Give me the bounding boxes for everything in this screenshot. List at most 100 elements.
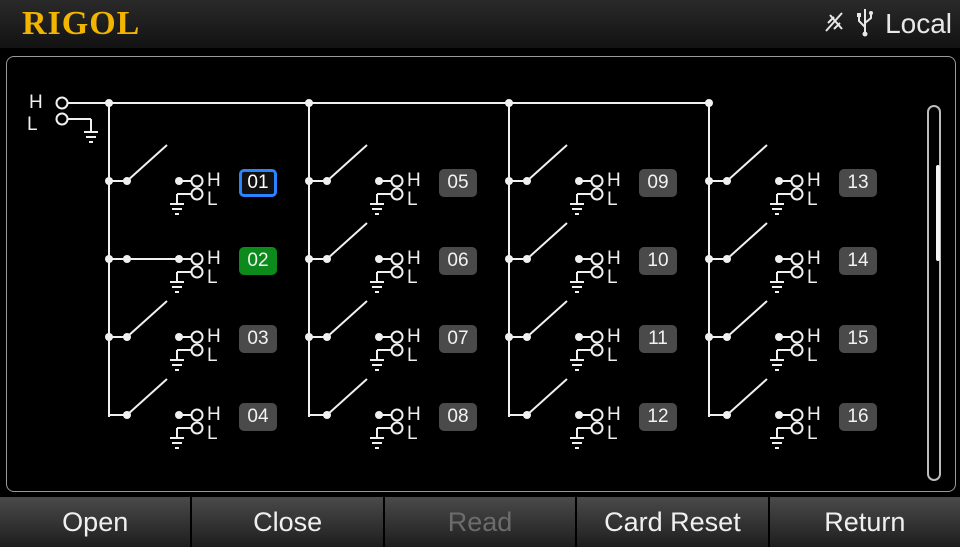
channel-low-label: L: [807, 345, 818, 366]
channel-high-terminal: [390, 330, 404, 344]
switch-blade-open: [526, 378, 568, 416]
channel-low-label: L: [807, 423, 818, 444]
contact-dot: [175, 177, 183, 185]
contact-dot: [575, 411, 583, 419]
input-low-terminal: [55, 112, 69, 126]
contact-dot: [775, 333, 783, 341]
channel-low-label: L: [607, 267, 618, 288]
channel-low-terminal: [790, 187, 804, 201]
switch-blade-open: [726, 222, 768, 260]
channel-04-badge[interactable]: 04: [239, 403, 277, 431]
channel-11-badge[interactable]: 11: [639, 325, 677, 353]
channel-03-badge[interactable]: 03: [239, 325, 277, 353]
open-button[interactable]: Open: [0, 497, 191, 547]
channel-high-label: H: [607, 170, 621, 191]
switch-blade-open: [126, 144, 168, 182]
channel-high-terminal: [590, 252, 604, 266]
channel-low-terminal: [590, 265, 604, 279]
softkey-bar: Open Close Read Card Reset Return: [0, 497, 960, 547]
channel-low-terminal: [790, 421, 804, 435]
channel-16-badge[interactable]: 16: [839, 403, 877, 431]
brand-logo: RIGOL: [22, 5, 141, 42]
switch-blade-open: [326, 144, 368, 182]
switch-blade-open: [126, 300, 168, 338]
close-button[interactable]: Close: [192, 497, 383, 547]
channel-high-label: H: [807, 404, 821, 425]
channel-low-label: L: [607, 423, 618, 444]
channel-08-badge[interactable]: 08: [439, 403, 477, 431]
switch-blade-open: [726, 300, 768, 338]
channel-09-badge[interactable]: 09: [639, 169, 677, 197]
input-low-label: L: [27, 114, 38, 135]
channel-13-badge[interactable]: 13: [839, 169, 877, 197]
channel-high-terminal: [790, 330, 804, 344]
channel-high-label: H: [607, 326, 621, 347]
channel-high-terminal: [190, 174, 204, 188]
switch-blade-open: [326, 222, 368, 260]
scrollbar[interactable]: [927, 105, 941, 481]
switch-blade-open: [726, 378, 768, 416]
channel-15-badge[interactable]: 15: [839, 325, 877, 353]
channel-01-badge[interactable]: 01: [239, 169, 277, 197]
channel-low-terminal: [390, 265, 404, 279]
channel-low-terminal: [790, 265, 804, 279]
channel-02-badge[interactable]: 02: [239, 247, 277, 275]
channel-low-terminal: [590, 187, 604, 201]
channel-low-terminal: [190, 343, 204, 357]
channel-low-label: L: [207, 423, 218, 444]
switch-blade-open: [326, 378, 368, 416]
switch-blade-open: [726, 144, 768, 182]
contact-dot: [775, 255, 783, 263]
return-button[interactable]: Return: [769, 497, 960, 547]
channel-high-label: H: [407, 170, 421, 191]
channel-06-badge[interactable]: 06: [439, 247, 477, 275]
channel-high-label: H: [207, 248, 221, 269]
read-button[interactable]: Read: [384, 497, 576, 547]
channel-low-terminal: [390, 343, 404, 357]
channel-low-terminal: [790, 343, 804, 357]
channel-07-badge[interactable]: 07: [439, 325, 477, 353]
input-high-label: H: [29, 92, 43, 113]
switch-blade-open: [126, 378, 168, 416]
channel-low-terminal: [390, 421, 404, 435]
contact-dot: [775, 411, 783, 419]
channel-low-label: L: [407, 189, 418, 210]
channel-12-badge[interactable]: 12: [639, 403, 677, 431]
channel-low-terminal: [590, 343, 604, 357]
channel-low-terminal: [590, 421, 604, 435]
channel-high-label: H: [807, 248, 821, 269]
channel-high-label: H: [207, 170, 221, 191]
channel-low-label: L: [207, 189, 218, 210]
channel-high-terminal: [590, 174, 604, 188]
channel-high-terminal: [190, 330, 204, 344]
card-reset-button[interactable]: Card Reset: [577, 497, 768, 547]
scrollbar-thumb[interactable]: [936, 165, 940, 261]
contact-dot: [575, 177, 583, 185]
channel-high-terminal: [390, 408, 404, 422]
channel-low-terminal: [190, 265, 204, 279]
contact-dot: [375, 333, 383, 341]
relay-schematic: HLHLHLHLHLHLHLHLHLHLHLHLHLHLHLHLHL: [27, 92, 821, 449]
channel-high-terminal: [390, 174, 404, 188]
channel-low-terminal: [190, 421, 204, 435]
channel-low-label: L: [407, 267, 418, 288]
signal-off-icon: [823, 9, 845, 40]
contact-dot: [375, 255, 383, 263]
channel-14-badge[interactable]: 14: [839, 247, 877, 275]
status-area: Local: [823, 8, 952, 40]
switch-blade-open: [526, 222, 568, 260]
channel-high-terminal: [590, 408, 604, 422]
channel-high-label: H: [807, 170, 821, 191]
channel-low-terminal: [390, 187, 404, 201]
channel-low-label: L: [807, 189, 818, 210]
remote-status-label: Local: [885, 8, 952, 39]
contact-dot: [575, 255, 583, 263]
channel-high-terminal: [790, 408, 804, 422]
input-high-terminal: [55, 96, 69, 110]
channel-low-label: L: [607, 189, 618, 210]
channel-high-label: H: [407, 326, 421, 347]
switch-blade-open: [526, 144, 568, 182]
channel-10-badge[interactable]: 10: [639, 247, 677, 275]
channel-05-badge[interactable]: 05: [439, 169, 477, 197]
channel-low-label: L: [407, 423, 418, 444]
